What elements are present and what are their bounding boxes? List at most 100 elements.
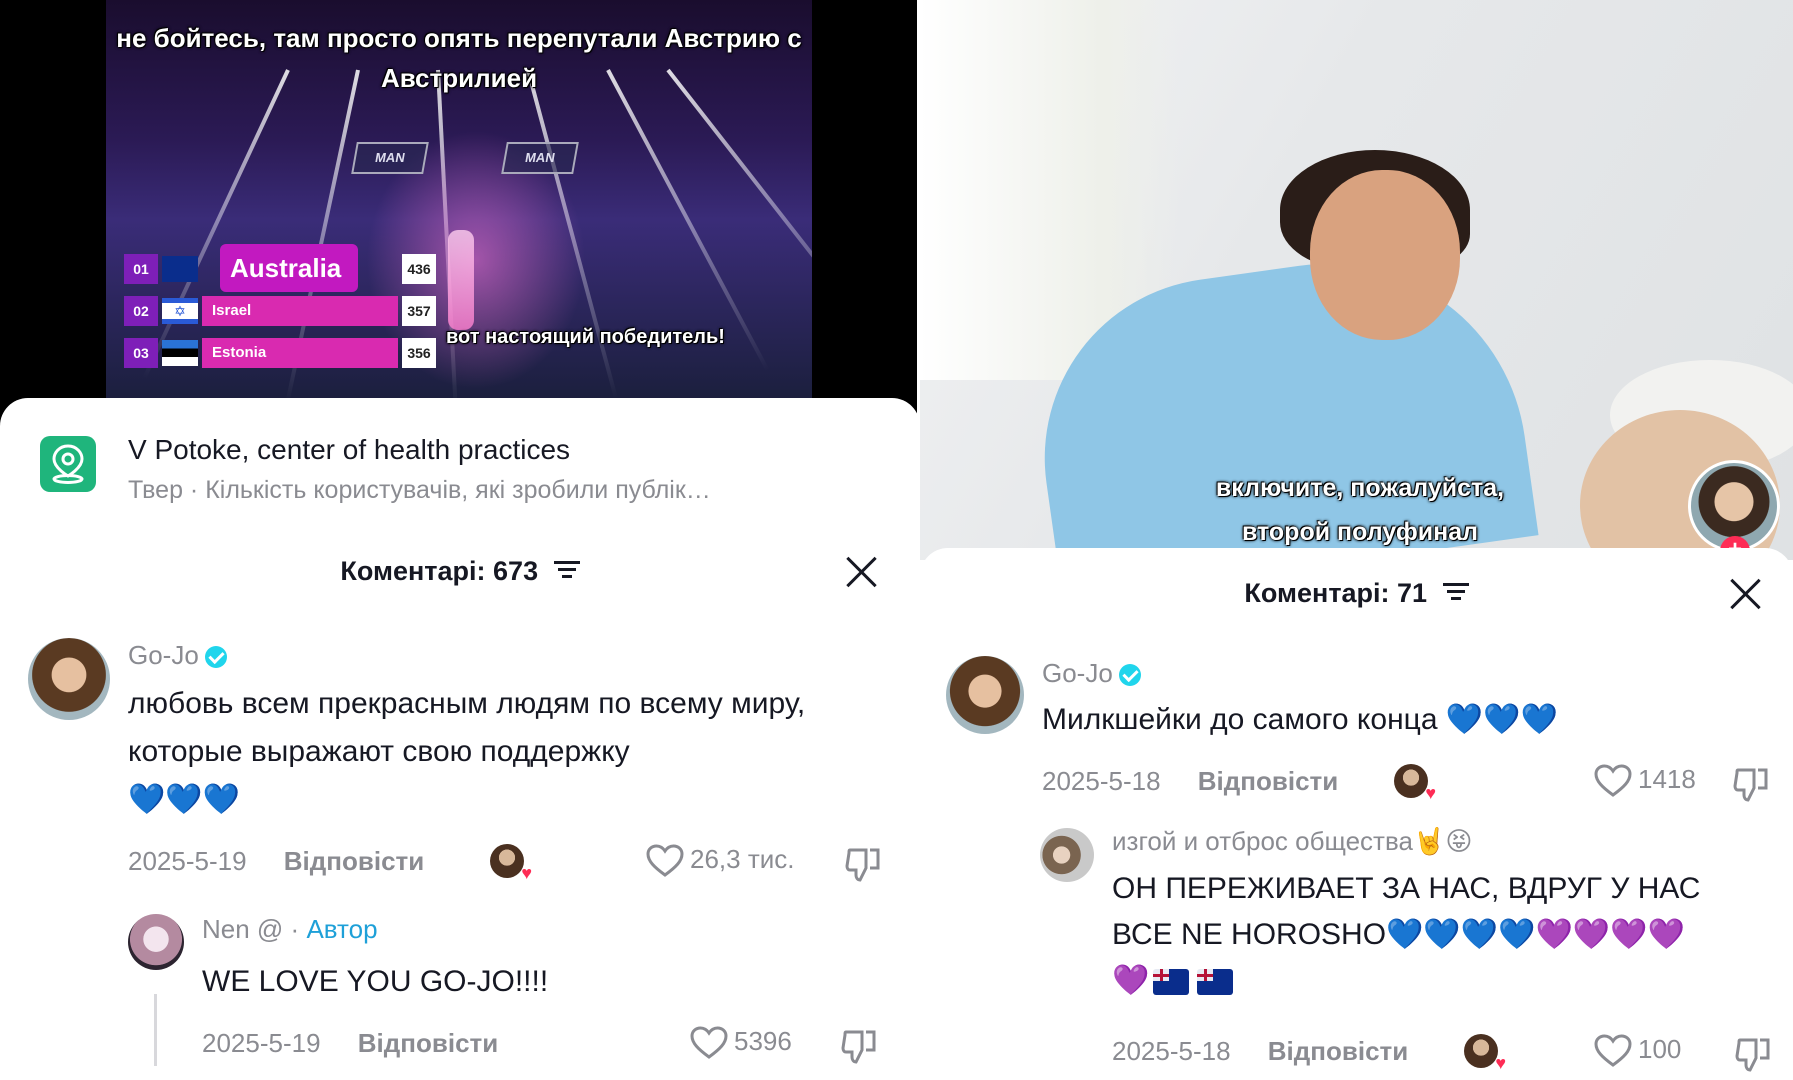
- comments-sheet: V Potoke, center of health practices Тве…: [0, 398, 920, 1080]
- comment-meta: 2025-5-18 Відповісти: [1112, 1036, 1408, 1067]
- comment-body: любовь всем прекрасным людям по всему ми…: [128, 687, 806, 768]
- like-button[interactable]: 100: [1594, 1034, 1681, 1068]
- close-icon[interactable]: [1728, 576, 1764, 612]
- location-banner[interactable]: V Potoke, center of health practices Тве…: [40, 434, 880, 504]
- heart-outline-icon: [690, 1026, 728, 1059]
- filter-icon[interactable]: [1442, 579, 1469, 610]
- points: 356: [402, 338, 436, 368]
- comment-line-1: ОН ПЕРЕЖИВАЕТ ЗА НАС, ВДРУГ У НАС: [1112, 872, 1701, 905]
- rank: 03: [124, 338, 158, 368]
- avatar[interactable]: [28, 638, 110, 720]
- points: 436: [402, 254, 436, 284]
- heart-icon: ♥: [521, 863, 532, 883]
- comment-line-2: ВСЕ NE HOROSHO: [1112, 918, 1387, 951]
- comment-date: 2025-5-19: [128, 846, 247, 876]
- avatar[interactable]: [1040, 828, 1094, 882]
- country-name: Estonia: [202, 338, 398, 368]
- creator-liked-avatar: ♥: [1394, 764, 1436, 803]
- location-title: V Potoke, center of health practices: [128, 434, 571, 465]
- like-count: 5396: [734, 1026, 792, 1056]
- dislike-icon[interactable]: [1732, 764, 1772, 809]
- comments-header: Коментарі: 71: [920, 578, 1793, 610]
- reply-button[interactable]: Відповісти: [358, 1028, 498, 1058]
- rank: 02: [124, 296, 158, 326]
- video-player-nurse[interactable]: включите, пожалуйста, второй полуфинал +: [920, 0, 1793, 560]
- israel-flag-icon: ✡: [162, 298, 198, 324]
- dislike-icon[interactable]: [840, 1026, 880, 1071]
- subtitle-line-2: второй полуфинал: [1241, 518, 1479, 546]
- username-text: Go-Jo: [128, 640, 199, 670]
- verified-badge-icon: [204, 646, 227, 669]
- video-subtitle-bottom: вот настоящий победитель!: [446, 326, 725, 348]
- video-player-eurovision[interactable]: MAN MAN не бойтесь, там просто опять пер…: [106, 0, 812, 400]
- comment-username[interactable]: Go-Jo: [1042, 658, 1141, 689]
- thread-line: [154, 994, 157, 1066]
- author-label: Автор: [306, 914, 378, 944]
- comment-username[interactable]: Nen @ · Автор: [202, 914, 378, 945]
- close-icon[interactable]: [844, 554, 880, 590]
- scoreboard-row: 02 ✡ Israel 357: [124, 292, 436, 330]
- blue-hearts-emoji: 💙💙💙: [128, 783, 241, 816]
- blue-hearts-emoji: 💙💙💙: [1445, 703, 1558, 736]
- points: 357: [402, 296, 436, 326]
- location-subtitle: Твер · Кількість користувачів, які зроби…: [128, 476, 711, 504]
- comment-date: 2025-5-18: [1112, 1036, 1231, 1066]
- reply-button[interactable]: Відповісти: [1198, 766, 1338, 796]
- stage-sign: MAN: [351, 142, 429, 174]
- location-pin-icon: [40, 436, 96, 492]
- scoreboard-row: 01 Australia 436: [124, 244, 436, 292]
- subtitle-line-1: включите, пожалуйста,: [1215, 474, 1505, 502]
- comment-username[interactable]: Go-Jo: [128, 640, 227, 671]
- heart-outline-icon: [1594, 764, 1632, 797]
- comment-text: любовь всем прекрасным людям по всему ми…: [128, 680, 868, 824]
- comment-date: 2025-5-19: [202, 1028, 321, 1058]
- heart-icon: ♥: [1425, 783, 1436, 803]
- like-button[interactable]: 26,3 тис.: [646, 844, 794, 878]
- reply-button[interactable]: Відповісти: [284, 846, 424, 876]
- comments-count: Коментарі: 71: [1244, 578, 1428, 608]
- heart-outline-icon: [646, 844, 684, 877]
- creator-liked-avatar: ♥: [1464, 1034, 1506, 1073]
- filter-icon[interactable]: [553, 557, 580, 588]
- dislike-icon[interactable]: [1734, 1034, 1774, 1079]
- country-name: Australia: [220, 244, 358, 292]
- comments-count: Коментарі: 673: [340, 556, 539, 586]
- performer: [448, 230, 474, 330]
- rank: 01: [124, 254, 158, 284]
- comment-username[interactable]: изгой и отброс общества🤘😝: [1112, 826, 1472, 857]
- video-subtitle-top: не бойтесь, там просто опять перепутали …: [116, 23, 802, 93]
- like-count: 1418: [1638, 764, 1696, 794]
- heart-outline-icon: [1594, 1034, 1632, 1067]
- comments-header: Коментарі: 673: [0, 556, 920, 588]
- comment-body: Милкшейки до самого конца: [1042, 703, 1438, 736]
- stage-sign: MAN: [501, 142, 579, 174]
- dislike-icon[interactable]: [844, 844, 884, 889]
- verified-badge-icon: [1118, 664, 1141, 687]
- purple-hearts-emoji: 💜💜💜💜: [1535, 918, 1685, 951]
- like-button[interactable]: 5396: [690, 1026, 792, 1060]
- left-screenshot: MAN MAN не бойтесь, там просто опять пер…: [0, 0, 920, 1080]
- australia-flag-icon: [162, 256, 198, 282]
- reply-button[interactable]: Відповісти: [1268, 1036, 1408, 1066]
- scoreboard-row: 03 Estonia 356: [124, 334, 436, 372]
- right-screenshot: включите, пожалуйста, второй полуфинал +…: [920, 0, 1793, 1080]
- australia-flag-icon: [1153, 969, 1190, 996]
- video-subtitle: включите, пожалуйста, второй полуфинал: [1170, 466, 1550, 554]
- comment-text: WE LOVE YOU GO-JO!!!!: [202, 965, 549, 998]
- like-count: 100: [1638, 1034, 1682, 1064]
- comment-meta: 2025-5-19 Відповісти: [128, 846, 424, 877]
- scoreboard: 01 Australia 436 02 ✡ Israel 357 03 Esto…: [124, 244, 436, 376]
- purple-heart-emoji: 💜: [1112, 964, 1150, 997]
- like-count: 26,3 тис.: [690, 844, 795, 874]
- comment-text: Милкшейки до самого конца 💙💙💙: [1042, 696, 1742, 744]
- like-button[interactable]: 1418: [1594, 764, 1696, 798]
- australia-flag-icon: [1197, 969, 1234, 996]
- avatar[interactable]: [128, 914, 184, 970]
- creator-liked-avatar: ♥: [490, 844, 532, 883]
- comment-date: 2025-5-18: [1042, 766, 1161, 796]
- country-name: Israel: [202, 296, 398, 326]
- username-text: Nen @: [202, 914, 284, 944]
- avatar[interactable]: [946, 656, 1024, 734]
- heart-icon: ♥: [1495, 1053, 1506, 1073]
- estonia-flag-icon: [162, 340, 198, 366]
